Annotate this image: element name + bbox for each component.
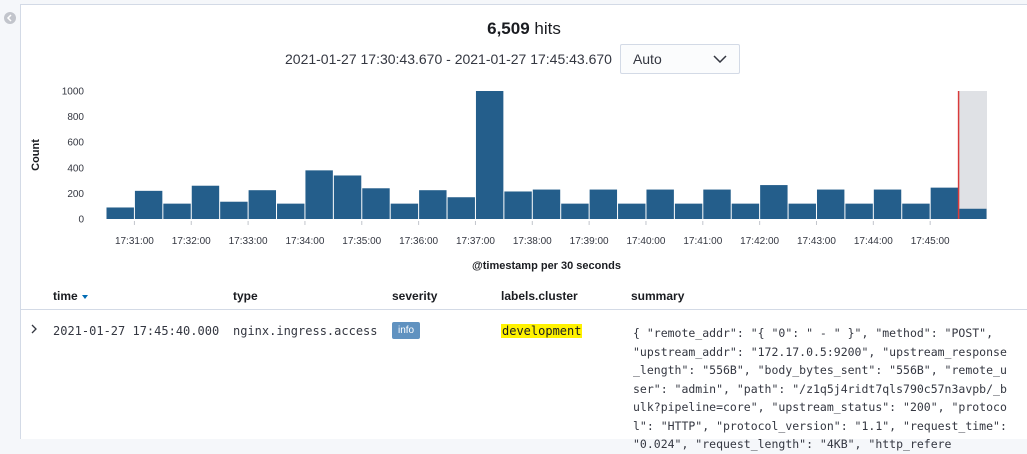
x-tick-label: 17:35:00 bbox=[342, 236, 381, 247]
x-tick-label: 17:44:00 bbox=[854, 236, 893, 247]
time-range-text: 2021-01-27 17:30:43.670 - 2021-01-27 17:… bbox=[285, 51, 612, 67]
column-header-type[interactable]: type bbox=[233, 289, 258, 303]
histogram-bar[interactable] bbox=[959, 208, 987, 219]
severity-badge: info bbox=[392, 322, 421, 339]
interval-select[interactable]: Auto bbox=[619, 44, 740, 74]
x-tick-label: 17:41:00 bbox=[683, 236, 722, 247]
y-tick-label: 200 bbox=[67, 189, 84, 200]
x-axis-label: @timestamp per 30 seconds bbox=[472, 260, 621, 272]
x-tick-label: 17:42:00 bbox=[740, 236, 779, 247]
y-tick-label: 0 bbox=[78, 215, 84, 226]
column-header-time[interactable]: time bbox=[53, 289, 88, 303]
histogram-bar[interactable] bbox=[134, 190, 163, 219]
chevron-left-icon bbox=[6, 14, 12, 22]
histogram-bar[interactable] bbox=[902, 203, 930, 219]
table-header: time type severity labels.cluster summar… bbox=[21, 281, 1027, 310]
y-tick-label: 400 bbox=[67, 163, 84, 174]
histogram-bar[interactable] bbox=[333, 175, 362, 219]
histogram-bar[interactable] bbox=[674, 203, 703, 219]
histogram-bar[interactable] bbox=[816, 189, 845, 219]
histogram-bar[interactable] bbox=[362, 188, 390, 219]
partial-bucket-shade bbox=[958, 91, 987, 219]
histogram-bar[interactable] bbox=[788, 203, 816, 219]
x-tick-label: 17:38:00 bbox=[513, 236, 552, 247]
histogram-bar[interactable] bbox=[277, 203, 305, 219]
histogram-bar[interactable] bbox=[561, 203, 589, 219]
x-tick-label: 17:33:00 bbox=[229, 236, 268, 247]
cell-type: nginx.ingress.access bbox=[233, 324, 378, 338]
cell-time: 2021-01-27 17:45:40.000 bbox=[53, 324, 220, 338]
discover-panel: 6,509 hits 2021-01-27 17:30:43.670 - 202… bbox=[20, 4, 1027, 451]
histogram-bar[interactable] bbox=[447, 197, 475, 219]
histogram-bar[interactable] bbox=[731, 203, 760, 219]
table-row: 2021-01-27 17:45:40.000 nginx.ingress.ac… bbox=[21, 310, 1027, 451]
column-header-severity[interactable]: severity bbox=[392, 289, 437, 303]
x-tick-label: 17:31:00 bbox=[115, 236, 154, 247]
sort-desc-icon[interactable] bbox=[81, 294, 88, 299]
histogram-bar[interactable] bbox=[532, 189, 561, 219]
histogram-bar[interactable] bbox=[589, 189, 618, 219]
histogram-bar[interactable] bbox=[305, 170, 333, 219]
histogram-bar[interactable] bbox=[390, 203, 419, 219]
x-tick-label: 17:34:00 bbox=[285, 236, 324, 247]
histogram-bar[interactable] bbox=[646, 189, 674, 219]
time-range-row: 2021-01-27 17:30:43.670 - 2021-01-27 17:… bbox=[285, 43, 740, 75]
column-header-summary[interactable]: summary bbox=[631, 289, 684, 303]
x-tick-label: 17:39:00 bbox=[570, 236, 609, 247]
y-tick-label: 1000 bbox=[62, 87, 85, 98]
hits-number: 6,509 bbox=[487, 19, 530, 38]
column-header-cluster[interactable]: labels.cluster bbox=[501, 289, 578, 303]
x-tick-label: 17:43:00 bbox=[797, 236, 836, 247]
histogram-bar[interactable] bbox=[163, 203, 191, 219]
histogram-bar[interactable] bbox=[106, 207, 134, 219]
y-axis-label: Count bbox=[30, 139, 42, 171]
histogram-bar[interactable] bbox=[504, 191, 532, 219]
histogram-bar[interactable] bbox=[220, 201, 248, 219]
histogram-chart[interactable]: 0 200 400 600 800 1000 17:31:00 17:32:00 17:33:0… bbox=[21, 79, 1027, 279]
interval-value: Auto bbox=[632, 51, 662, 67]
hits-count: 6,509 hits bbox=[21, 19, 1027, 39]
histogram-bar[interactable] bbox=[873, 189, 902, 219]
x-tick-label: 17:37:00 bbox=[456, 236, 495, 247]
histogram-bar[interactable] bbox=[248, 190, 277, 219]
chevron-down-icon bbox=[713, 55, 727, 63]
y-tick-label: 600 bbox=[67, 138, 84, 149]
x-tick-label: 17:45:00 bbox=[911, 236, 950, 247]
x-tick-label: 17:36:00 bbox=[399, 236, 438, 247]
hits-label: hits bbox=[534, 19, 561, 38]
cell-summary: { "remote_addr": "{ "0": " - " }", "meth… bbox=[633, 326, 1014, 451]
histogram-bar[interactable] bbox=[930, 187, 959, 219]
y-tick-label: 800 bbox=[67, 112, 84, 123]
histogram-bar[interactable] bbox=[618, 203, 646, 219]
histogram-bar[interactable] bbox=[191, 185, 220, 219]
x-tick-label: 17:32:00 bbox=[172, 236, 211, 247]
histogram-bar[interactable] bbox=[845, 203, 873, 219]
collapse-sidebar-button[interactable] bbox=[4, 12, 16, 24]
histogram-bar[interactable] bbox=[760, 185, 788, 219]
expand-row-icon[interactable] bbox=[30, 324, 38, 334]
histogram-bar[interactable] bbox=[475, 91, 504, 219]
histogram-bar[interactable] bbox=[703, 189, 731, 219]
x-tick-label: 17:40:00 bbox=[626, 236, 665, 247]
cell-cluster: development bbox=[501, 324, 583, 338]
cluster-highlight: development bbox=[501, 324, 583, 338]
histogram-bar[interactable] bbox=[419, 190, 447, 219]
